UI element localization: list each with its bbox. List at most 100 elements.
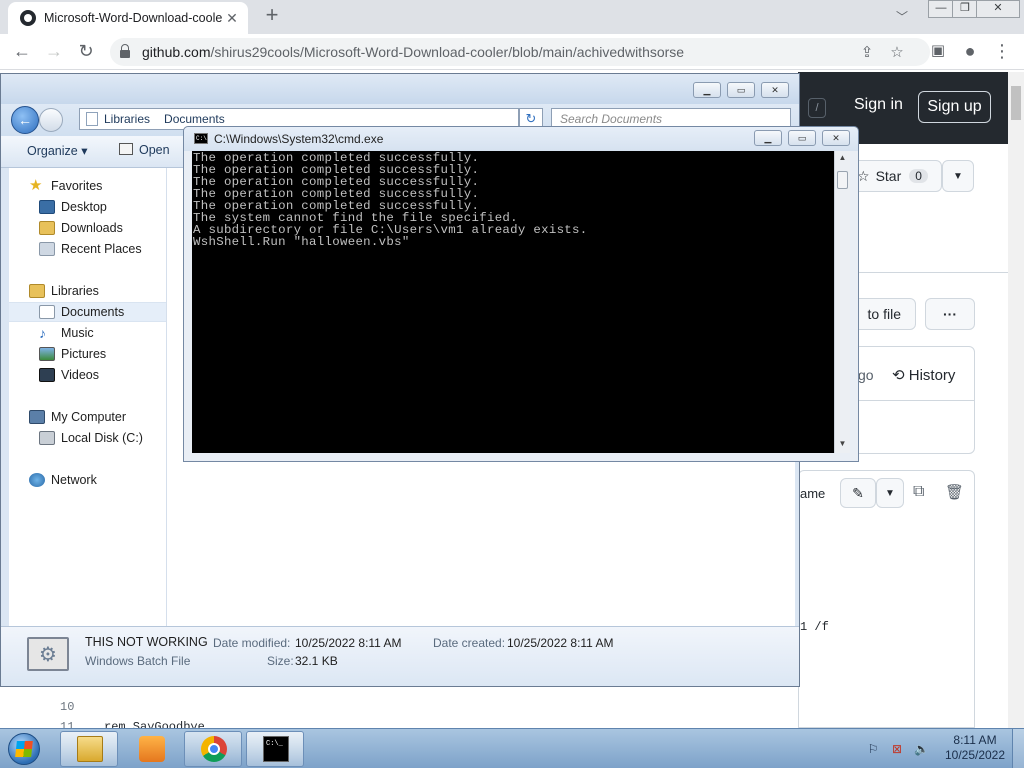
breadcrumb-libraries[interactable]: Libraries (104, 112, 150, 126)
recent-places-icon (39, 242, 55, 256)
nav-music[interactable]: ♪ Music (9, 323, 166, 343)
go-to-file-label: to file (867, 306, 901, 322)
minimize-button[interactable]: — (928, 0, 954, 18)
taskbar-explorer[interactable] (60, 731, 118, 767)
lock-icon (120, 44, 130, 58)
reload-icon[interactable]: ↻ (74, 40, 98, 64)
back-arrow-icon[interactable]: ← (11, 106, 39, 134)
more-options-button[interactable]: ··· (925, 298, 975, 330)
nav-label: Network (51, 473, 97, 487)
details-modified-value: 10/25/2022 8:11 AM (295, 636, 402, 650)
details-size-label: Size: (267, 654, 294, 668)
restore-button[interactable]: ❐ (952, 0, 978, 18)
side-panel-icon[interactable]: ▣ (926, 40, 950, 64)
nav-label: Downloads (61, 221, 123, 235)
cmd-close-button[interactable]: ✕ (822, 130, 850, 146)
system-clock[interactable]: 8:11 AM 10/25/2022 (940, 733, 1010, 763)
star-dropdown-button[interactable]: ▼ (942, 160, 974, 192)
trash-icon[interactable]: 🗑 (945, 483, 964, 501)
nav-desktop[interactable]: Desktop (9, 197, 166, 217)
media-player-icon (139, 736, 165, 762)
profile-icon[interactable]: ● (958, 40, 982, 64)
sign-in-link[interactable]: Sign in (854, 96, 903, 114)
network-icon[interactable]: ⊠ (890, 743, 904, 755)
taskbar-chrome[interactable] (184, 731, 242, 767)
nav-local-disk[interactable]: Local Disk (C:) (9, 428, 166, 448)
nav-favorites[interactable]: ★ Favorites (9, 176, 166, 196)
explorer-close-button[interactable]: ✕ (761, 82, 789, 98)
star-icon: ★ (29, 177, 43, 194)
explorer-minimize-button[interactable]: ▁ (693, 82, 721, 98)
console-output[interactable]: The operation completed successfully. Th… (192, 151, 834, 453)
volume-icon[interactable]: 🔈 (914, 743, 929, 755)
details-created-value: 10/25/2022 8:11 AM (507, 636, 614, 650)
forward-arrow-icon[interactable] (39, 108, 63, 132)
organize-label: Organize (27, 144, 78, 158)
blame-button-fragment[interactable]: ame (800, 486, 825, 501)
open-button[interactable]: Open (119, 143, 170, 157)
nav-documents[interactable]: Documents (9, 302, 166, 322)
browser-tab[interactable]: Microsoft-Word-Download-coole ✕ (8, 2, 248, 34)
folder-icon (86, 112, 98, 126)
tab-close-icon[interactable]: ✕ (224, 10, 240, 27)
page-scrollbar[interactable] (1008, 72, 1024, 728)
show-desktop-button[interactable] (1012, 729, 1024, 768)
copy-icon[interactable]: ⧉ (913, 483, 924, 501)
start-button[interactable] (2, 731, 50, 767)
forward-arrow-icon[interactable]: → (42, 40, 66, 64)
cmd-icon: C:\_ (263, 736, 289, 762)
edit-pencil-icon[interactable]: ✎ (840, 478, 876, 508)
navigation-pane: ★ Favorites Desktop Downloads Recent Plac… (9, 168, 167, 626)
chrome-icon-center (208, 743, 220, 755)
share-icon[interactable]: ⇪ (858, 44, 876, 62)
history-link[interactable]: ⟲ History (892, 366, 955, 384)
scrollbar-thumb[interactable] (1011, 86, 1021, 120)
bookmark-star-icon[interactable]: ☆ (888, 44, 906, 62)
cmd-scrollbar[interactable]: ▲ ▼ (834, 151, 850, 453)
downloads-icon (39, 221, 55, 235)
nav-pictures[interactable]: Pictures (9, 344, 166, 364)
cmd-minimize-button[interactable]: ▁ (754, 130, 782, 146)
nav-libraries[interactable]: Libraries (9, 281, 166, 301)
pictures-icon (39, 347, 55, 361)
details-file-type: Windows Batch File (85, 654, 191, 668)
explorer-titlebar: ▁ ▭ ✕ (1, 74, 799, 104)
search-slash-key[interactable]: / (808, 98, 826, 118)
nav-label: Desktop (61, 200, 107, 214)
breadcrumb-documents[interactable]: Documents (164, 112, 225, 126)
star-button[interactable]: ☆ Star 0 (846, 160, 942, 192)
nav-network[interactable]: Network (9, 470, 166, 490)
organize-button[interactable]: Organize ▾ (27, 143, 87, 158)
nav-downloads[interactable]: Downloads (9, 218, 166, 238)
new-tab-button[interactable]: + (260, 4, 284, 28)
cmd-maximize-button[interactable]: ▭ (788, 130, 816, 146)
explorer-maximize-button[interactable]: ▭ (727, 82, 755, 98)
details-pane: THIS NOT WORKING Windows Batch File Date… (1, 626, 799, 686)
sign-up-button[interactable]: Sign up (918, 91, 991, 123)
details-file-name: THIS NOT WORKING (85, 635, 208, 649)
browser-toolbar: ← → ↻ github.com/shirus29cools/Microsoft… (0, 34, 1024, 70)
address-bar[interactable]: github.com/shirus29cools/Microsoft-Word-… (110, 38, 930, 66)
back-arrow-icon[interactable]: ← (10, 40, 34, 64)
close-button[interactable]: ✕ (976, 0, 1020, 18)
taskbar-media-player[interactable] (122, 731, 180, 767)
star-label: Star (875, 168, 902, 184)
nav-label: Favorites (51, 179, 103, 193)
nav-videos[interactable]: Videos (9, 365, 166, 385)
nav-my-computer[interactable]: My Computer (9, 407, 166, 427)
batch-file-icon (27, 637, 69, 671)
code-line-fragment: 1 /f (800, 620, 829, 634)
nav-recent-places[interactable]: Recent Places (9, 239, 166, 259)
menu-kebab-icon[interactable]: ⋮ (990, 40, 1014, 64)
cmd-scrollbar-thumb[interactable] (837, 171, 848, 189)
url-text: github.com/shirus29cools/Microsoft-Word-… (142, 44, 684, 60)
scroll-up-icon[interactable]: ▲ (835, 151, 850, 165)
tab-search-chevron-icon[interactable]: ﹀ (896, 8, 908, 25)
clock-date: 10/25/2022 (944, 748, 1006, 762)
edit-dropdown-button[interactable]: ▼ (876, 478, 904, 508)
scroll-down-icon[interactable]: ▼ (835, 437, 850, 451)
action-center-icon[interactable]: ⚐ (866, 743, 880, 755)
libraries-icon (29, 284, 45, 298)
documents-icon (39, 305, 55, 319)
taskbar-cmd[interactable]: C:\_ (246, 731, 304, 767)
